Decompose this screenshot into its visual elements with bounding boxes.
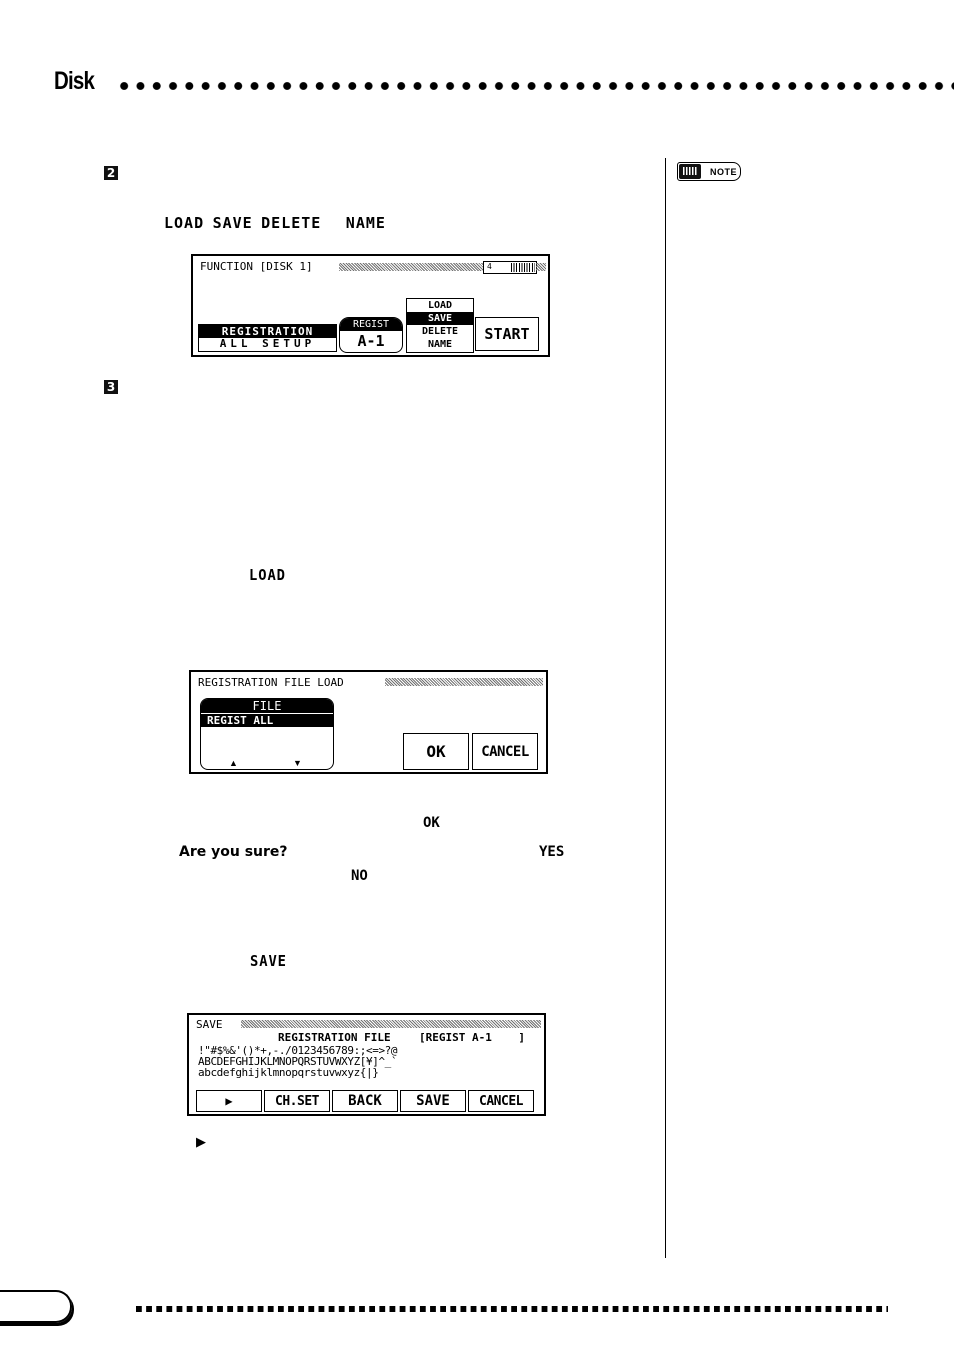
save-heading: SAVE	[250, 952, 287, 970]
file-item-selected[interactable]: REGIST ALL	[201, 714, 333, 727]
screen-title: SAVE	[196, 1018, 223, 1031]
play-arrow-icon: ▶	[196, 1134, 206, 1149]
operation-labels: LOAD SAVE DELETE NAME	[164, 214, 386, 233]
screen-title: REGISTRATION FILE LOAD	[198, 676, 344, 689]
cancel-button[interactable]: CANCEL	[472, 733, 538, 770]
save-screen: SAVE REGISTRATION FILE [REGIST A-1 ] !"#…	[187, 1013, 546, 1116]
note-label: NOTE	[710, 166, 738, 177]
section-title: Disk	[54, 67, 95, 95]
character-palette[interactable]: !"#$%&'()*+,-./0123456789:;<=>?@ ABCDEFG…	[198, 1045, 398, 1078]
header-dot-divider	[116, 80, 954, 92]
save-button[interactable]: SAVE	[400, 1090, 466, 1112]
function-disk-screen: FUNCTION [DISK 1] 4 REGISTRATION ALL SET…	[191, 254, 550, 357]
back-button[interactable]: BACK	[332, 1090, 398, 1112]
label-delete: DELETE	[261, 214, 322, 232]
regist-selector[interactable]: REGIST A-1	[339, 317, 403, 353]
regist-value[interactable]: A-1	[340, 331, 402, 351]
file-list-header: FILE	[201, 699, 333, 714]
step-number-2: 2	[104, 166, 118, 180]
operation-item[interactable]: LOAD	[407, 299, 473, 312]
charset-row[interactable]: abcdefghijklmnopqrstuvwxyz{|}	[198, 1067, 397, 1078]
operation-item-selected[interactable]: SAVE	[407, 312, 473, 325]
title-bar-hatch	[241, 1020, 541, 1028]
step-number-3: 3	[104, 380, 118, 394]
cursor-forward-button[interactable]: ▶	[196, 1090, 262, 1112]
page-number: 4	[487, 262, 492, 271]
ok-label: OK	[423, 815, 440, 831]
operation-item[interactable]: NAME	[407, 338, 473, 351]
page-number-tab	[0, 1290, 72, 1323]
title-bar-hatch	[339, 263, 487, 271]
save-button-bar: ▶ CH.SET BACK SAVE CANCEL	[196, 1090, 540, 1112]
ok-button[interactable]: OK	[403, 733, 469, 770]
regist-label: REGIST	[340, 318, 402, 331]
load-heading: LOAD	[249, 566, 286, 584]
keyboard-icon	[679, 164, 701, 179]
operation-item[interactable]: DELETE	[407, 325, 473, 338]
scroll-down-icon[interactable]: ▼	[293, 758, 302, 768]
charset-button[interactable]: CH.SET	[264, 1090, 330, 1112]
file-list[interactable]: FILE REGIST ALL ▲ ▼	[200, 698, 334, 770]
label-save: SAVE	[212, 214, 253, 232]
column-divider	[665, 158, 666, 1258]
title-bar-hatch-end	[536, 263, 546, 271]
screen-title: FUNCTION [DISK 1]	[200, 260, 313, 273]
filename-label: REGISTRATION FILE	[278, 1031, 391, 1044]
cancel-button[interactable]: CANCEL	[468, 1090, 534, 1112]
label-load: LOAD	[164, 214, 205, 232]
mode-option[interactable]: ALL SETUP	[199, 338, 336, 350]
operation-list[interactable]: LOAD SAVE DELETE NAME	[406, 298, 474, 353]
file-load-screen: REGISTRATION FILE LOAD FILE REGIST ALL ▲…	[189, 670, 548, 774]
title-bar-hatch	[385, 678, 543, 686]
footer-dot-divider	[136, 1306, 888, 1312]
filename-input[interactable]: [REGIST A-1 ]	[419, 1031, 525, 1044]
mode-selector[interactable]: REGISTRATION ALL SETUP	[198, 324, 337, 352]
yes-label: YES	[539, 844, 565, 860]
no-label: NO	[351, 868, 368, 884]
note-badge: NOTE	[677, 162, 741, 181]
label-name: NAME	[345, 214, 386, 232]
scroll-up-icon[interactable]: ▲	[229, 758, 238, 768]
page-scrollbar[interactable]	[511, 263, 535, 272]
start-button[interactable]: START	[475, 317, 539, 351]
page-indicator: 4	[483, 261, 537, 274]
confirm-prompt: Are you sure?	[179, 844, 288, 860]
